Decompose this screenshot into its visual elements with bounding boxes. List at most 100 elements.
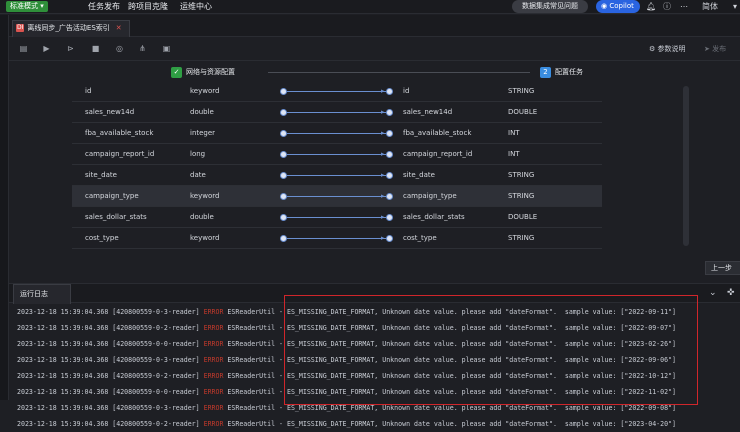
nav-ops[interactable]: 运维中心 — [180, 0, 212, 14]
log-prefix: 2023-12-18 15:39:04.368 [420800559-0-0-r… — [17, 340, 204, 348]
copilot-label: Copilot — [609, 2, 634, 10]
source-field-name: fba_available_stock — [85, 129, 154, 137]
source-connector-dot[interactable] — [280, 151, 287, 158]
more-icon[interactable]: ⋯ — [680, 0, 688, 14]
target-connector-dot[interactable] — [386, 172, 393, 179]
source-field-name: site_date — [85, 171, 117, 179]
target-field-type: STRING — [508, 171, 535, 179]
log-prefix: 2023-12-18 15:39:04.368 [420800559-0-3-r… — [17, 308, 204, 316]
target-connector-dot[interactable] — [386, 235, 393, 242]
table-row[interactable]: sales_new14d double ▸ sales_new14d DOUBLE — [72, 102, 602, 123]
target-connector-dot[interactable] — [386, 109, 393, 116]
tab-run-log[interactable]: 运行日志 — [13, 284, 71, 304]
nav-publish[interactable]: 任务发布 — [88, 0, 120, 14]
reload-icon[interactable]: ◎ — [114, 43, 125, 54]
target-field-name: campaign_type — [403, 192, 457, 200]
source-field-type: integer — [190, 129, 216, 137]
mapping-link — [284, 133, 390, 134]
di-badge: DI — [16, 24, 25, 32]
target-connector-dot[interactable] — [386, 88, 393, 95]
source-connector-dot[interactable] — [280, 109, 287, 116]
target-field-name: sales_dollar_stats — [403, 213, 465, 221]
faq-button[interactable]: 数据集成常见问题 — [512, 0, 588, 13]
source-field-type: keyword — [190, 234, 220, 242]
log-line: 2023-12-18 15:39:04.368 [420800559-0-2-r… — [17, 416, 676, 432]
save-icon[interactable]: ▤ — [18, 43, 29, 54]
log-message: ESReaderUtil - ES_MISSING_DATE_FORMAT, U… — [223, 404, 677, 412]
mapping-link — [284, 196, 390, 197]
target-connector-dot[interactable] — [386, 193, 393, 200]
source-field-type: date — [190, 171, 206, 179]
chevron-down-icon: ▾ — [40, 2, 44, 10]
mapping-link — [284, 217, 390, 218]
table-row[interactable]: site_date date ▸ site_date STRING — [72, 165, 602, 186]
source-field-name: cost_type — [85, 234, 119, 242]
copilot-icon: ◉ — [601, 2, 608, 10]
publish-label: 发布 — [712, 45, 727, 53]
help-icon[interactable]: ⓘ — [663, 0, 671, 14]
table-row[interactable]: campaign_type keyword ▸ campaign_type STRING — [72, 186, 602, 207]
table-row[interactable]: id keyword ▸ id STRING — [72, 81, 602, 102]
source-connector-dot[interactable] — [280, 172, 287, 179]
target-connector-dot[interactable] — [386, 151, 393, 158]
source-connector-dot[interactable] — [280, 193, 287, 200]
structure-icon[interactable]: ⋔ — [137, 43, 148, 54]
tab-label: 离线同步_广告活动ES索引 — [27, 24, 110, 32]
arrow-icon: ▸ — [381, 213, 385, 221]
source-field-name: campaign_type — [85, 192, 139, 200]
log-prefix: 2023-12-18 15:39:04.368 [420800559-0-3-r… — [17, 356, 204, 364]
send-icon: ➤ — [704, 45, 710, 53]
tab-offline-sync[interactable]: DI 离线同步_广告活动ES索引 ✕ — [12, 20, 130, 37]
source-connector-dot[interactable] — [280, 235, 287, 242]
source-field-name: campaign_report_id — [85, 150, 155, 158]
step-configure-task[interactable]: 2 配置任务 — [540, 66, 583, 79]
log-prefix: 2023-12-18 15:39:04.368 [420800559-0-2-r… — [17, 372, 204, 380]
params-label: 参数说明 — [657, 45, 686, 53]
source-field-type: double — [190, 213, 214, 221]
log-level: ERROR — [203, 404, 224, 412]
prev-step-button[interactable]: 上一步 — [705, 261, 740, 275]
top-bar: 标准模式 ▾ 任务发布 跨项目克隆 运维中心 数据集成常见问题 ◉ Copilo… — [0, 0, 740, 14]
chevron-down-icon[interactable]: ▾ — [733, 0, 737, 14]
target-field-name: sales_new14d — [403, 108, 453, 116]
nav-clone[interactable]: 跨项目克隆 — [128, 0, 168, 14]
mode-label: 标准模式 — [10, 2, 38, 10]
left-strip — [0, 15, 9, 400]
format-icon[interactable]: ▣ — [161, 43, 172, 54]
step-network-config[interactable]: ✓ 网络与资源配置 — [171, 66, 235, 79]
close-icon[interactable]: ✕ — [116, 24, 122, 32]
log-prefix: 2023-12-18 15:39:04.368 [420800559-0-0-r… — [17, 388, 204, 396]
publish-button[interactable]: ➤ 发布 — [704, 37, 726, 61]
arrow-icon: ▸ — [381, 87, 385, 95]
arrow-icon: ▸ — [381, 129, 385, 137]
target-connector-dot[interactable] — [386, 214, 393, 221]
table-row[interactable]: campaign_report_id long ▸ campaign_report_i… — [72, 144, 602, 165]
source-field-type: double — [190, 108, 214, 116]
lang-switch[interactable]: 简体 — [702, 0, 718, 14]
params-button[interactable]: ⚙ 参数说明 — [649, 37, 686, 61]
target-field-type: INT — [508, 129, 520, 137]
copilot-button[interactable]: ◉ Copilot — [596, 0, 640, 13]
source-connector-dot[interactable] — [280, 88, 287, 95]
scrollbar[interactable] — [683, 86, 689, 246]
stop-icon[interactable]: ■ — [90, 43, 101, 54]
step-label: 网络与资源配置 — [186, 68, 235, 76]
log-level: ERROR — [203, 420, 224, 428]
table-row[interactable]: fba_available_stock integer ▸ fba_available… — [72, 123, 602, 144]
pin-icon[interactable]: ✜ — [727, 287, 735, 299]
collapse-icon[interactable]: ⌄ — [709, 287, 717, 299]
editor-tab-bar: DI 离线同步_广告活动ES索引 ✕ — [9, 15, 740, 37]
source-connector-dot[interactable] — [280, 130, 287, 137]
toolbar: ▤ ▶ ⊳ ■ ◎ ⋔ ▣ ⚙ 参数说明 ➤ 发布 — [9, 37, 740, 61]
target-field-type: STRING — [508, 87, 535, 95]
table-row[interactable]: sales_dollar_stats double ▸ sales_dollar_st… — [72, 207, 602, 228]
run-params-icon[interactable]: ⊳ — [65, 43, 76, 54]
mode-selector[interactable]: 标准模式 ▾ — [6, 1, 48, 12]
target-field-type: STRING — [508, 192, 535, 200]
target-field-name: campaign_report_id — [403, 150, 473, 158]
target-connector-dot[interactable] — [386, 130, 393, 137]
source-connector-dot[interactable] — [280, 214, 287, 221]
bell-icon[interactable]: 🔔︎ — [646, 0, 656, 14]
table-row[interactable]: cost_type keyword ▸ cost_type STRING — [72, 228, 602, 249]
run-icon[interactable]: ▶ — [41, 43, 52, 54]
